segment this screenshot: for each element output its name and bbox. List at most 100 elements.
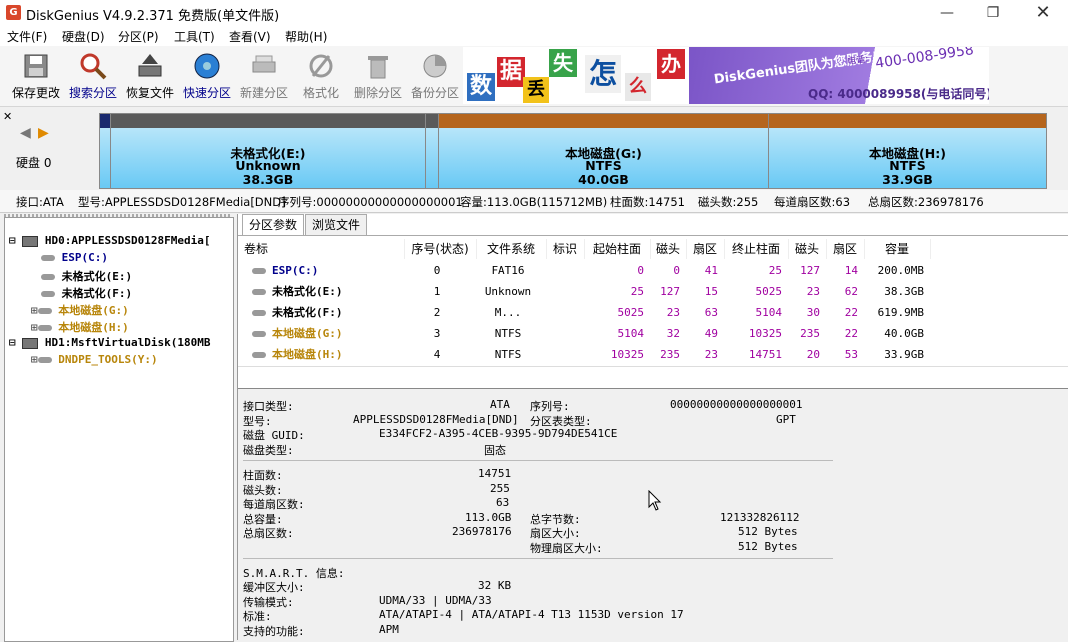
detail-label: 缓冲区大小: <box>243 581 305 594</box>
cell-capacity: 33.9GB <box>884 348 924 361</box>
next-disk-icon[interactable]: ▶ <box>38 125 49 141</box>
collapse-icon[interactable]: ⊟ <box>9 336 16 349</box>
banner-char: 失 <box>549 49 577 77</box>
cell-start-cyl: 10325 <box>610 348 644 361</box>
drive-icon <box>252 331 266 337</box>
cell-start-head: 235 <box>660 348 680 361</box>
col-index[interactable]: 序号(状态) <box>404 239 477 259</box>
collapse-icon[interactable]: ⊟ <box>9 234 16 247</box>
tree-item-h[interactable]: ⊞ 本地磁盘(H:) <box>31 319 129 335</box>
col-capacity[interactable]: 容量 <box>864 239 931 259</box>
tree-item-esp[interactable]: ESP(C:) <box>41 251 108 264</box>
drive-icon <box>252 310 266 316</box>
col-label[interactable]: 卷标 <box>240 239 405 259</box>
col-start-head[interactable]: 磁头 <box>650 239 687 259</box>
cell-end-cyl: 10325 <box>748 327 782 340</box>
menu-help[interactable]: 帮助(H) <box>285 28 327 45</box>
drive-icon <box>37 325 52 331</box>
tree-item-g[interactable]: ⊞ 本地磁盘(G:) <box>31 302 129 318</box>
col-start-cyl[interactable]: 起始柱面 <box>584 239 651 259</box>
col-end-head[interactable]: 磁头 <box>788 239 827 259</box>
col-end-cyl[interactable]: 终止柱面 <box>724 239 789 259</box>
close-map-icon[interactable]: ✕ <box>3 110 12 123</box>
table-row[interactable]: 未格式化(E:) 1 Unknown 25 127 15 5025 23 62 38.3GB <box>238 282 1068 302</box>
cell-start-sec: 23 <box>704 348 718 361</box>
restore-files-icon <box>138 54 162 77</box>
detail-label: 物理扇区大小: <box>530 542 603 555</box>
detail-area <box>238 389 1068 640</box>
detail-value: GPT <box>776 413 796 426</box>
cell-start-cyl: 5025 <box>617 306 645 319</box>
cell-start-sec: 63 <box>704 306 718 319</box>
cell-fs: Unknown <box>484 285 532 298</box>
tree-item-label: DNDPE_TOOLS(Y:) <box>58 353 158 366</box>
format-icon <box>309 54 333 78</box>
partition-block-g[interactable]: 本地磁盘(G:) NTFS 40.0GB <box>438 113 769 189</box>
detail-separator <box>243 558 833 559</box>
backup-partition-button[interactable]: 备份分区 <box>407 46 463 104</box>
cell-end-sec: 14 <box>844 264 858 277</box>
detail-label: 磁盘类型: <box>243 444 294 457</box>
cell-end-head: 30 <box>806 306 820 319</box>
menu-tools[interactable]: 工具(T) <box>174 28 215 45</box>
menu-disk[interactable]: 硬盘(D) <box>62 28 105 45</box>
menu-view[interactable]: 查看(V) <box>229 28 271 45</box>
partition-block-e[interactable]: 未格式化(E:) Unknown 38.3GB <box>110 113 426 189</box>
expand-icon[interactable]: ⊞ <box>31 304 38 317</box>
quick-partition-button[interactable]: 快速分区 <box>179 46 235 104</box>
cell-start-head: 32 <box>666 327 680 340</box>
save-changes-button[interactable]: 保存更改 <box>8 46 64 104</box>
menu-file[interactable]: 文件(F) <box>7 28 47 45</box>
new-partition-button[interactable]: 新建分区 <box>236 46 292 104</box>
expand-icon[interactable]: ⊞ <box>31 321 38 334</box>
cell-end-cyl: 5104 <box>755 306 783 319</box>
col-fs[interactable]: 文件系统 <box>476 239 547 259</box>
detail-value: ATA <box>490 398 510 411</box>
table-row[interactable]: 未格式化(F:) 2 M... 5025 23 63 5104 30 22 619.9MB <box>238 303 1068 323</box>
cell-end-cyl: 25 <box>768 264 782 277</box>
maximize-icon[interactable]: ❐ <box>970 0 1016 26</box>
col-end-sec[interactable]: 扇区 <box>826 239 865 259</box>
cell-start-sec: 49 <box>704 327 718 340</box>
format-button[interactable]: 格式化 <box>293 46 349 104</box>
delete-partition-button[interactable]: 删除分区 <box>350 46 406 104</box>
detail-value: 113.0GB <box>465 511 512 524</box>
tree-item-hd0[interactable]: ⊟ HD0:APPLESSDSD0128FMedia[ <box>9 234 210 247</box>
table-row[interactable]: 本地磁盘(H:) 4 NTFS 10325 235 23 14751 20 53 33.9GB <box>238 345 1068 365</box>
tree-item-hd1[interactable]: ⊟ HD1:MsftVirtualDisk(180MB <box>9 336 210 349</box>
col-start-sec[interactable]: 扇区 <box>686 239 725 259</box>
tree-item-f[interactable]: 未格式化(F:) <box>41 285 132 301</box>
close-icon[interactable]: ✕ <box>1020 0 1066 26</box>
table-row[interactable]: ESP(C:) 0 FAT16 0 0 41 25 127 14 200.0MB <box>238 261 1068 281</box>
cell-start-sec: 15 <box>704 285 718 298</box>
minimize-icon[interactable]: — <box>924 0 970 26</box>
tab-partition-params[interactable]: 分区参数 <box>242 214 305 235</box>
cell-start-head: 0 <box>673 264 680 277</box>
tab-browse-files[interactable]: 浏览文件 <box>305 214 368 235</box>
detail-label: 柱面数: <box>243 469 283 482</box>
tree-item-y[interactable]: ⊞ DNDPE_TOOLS(Y:) <box>31 353 158 366</box>
row-label-text: 本地磁盘(H:) <box>272 348 343 361</box>
ad-banner[interactable]: 数 据 丢 失 怎 么 办 DiskGenius团队为您服务! 电话: 400-… <box>463 47 989 104</box>
detail-value: 512 Bytes <box>738 540 798 553</box>
partition-block-h[interactable]: 本地磁盘(H:) NTFS 33.9GB <box>768 113 1047 189</box>
table-row[interactable]: 本地磁盘(G:) 3 NTFS 5104 32 49 10325 235 22 40.0GB <box>238 324 1068 344</box>
banner-qq: QQ: 4000089958(与电话同号) <box>808 87 989 101</box>
partition-cap <box>439 114 768 128</box>
expand-icon[interactable]: ⊞ <box>31 353 38 366</box>
title-bar: G DiskGenius V4.9.2.371 免费版(单文件版) — ❐ ✕ <box>0 0 1068 27</box>
partition-block-f[interactable] <box>425 113 439 189</box>
detail-label: 支持的功能: <box>243 625 305 638</box>
restore-files-button[interactable]: 恢复文件 <box>122 46 178 104</box>
banner-char: 数 <box>467 73 495 101</box>
detail-value: 00000000000000000001 <box>670 398 803 411</box>
prev-disk-icon[interactable]: ◀ <box>20 125 31 141</box>
cell-fs: FAT16 <box>491 264 525 277</box>
menu-partition[interactable]: 分区(P) <box>118 28 159 45</box>
cell-id <box>546 261 578 281</box>
cell-id <box>546 345 578 365</box>
tree-item-e[interactable]: 未格式化(E:) <box>41 268 132 284</box>
cell-index: 2 <box>433 306 441 319</box>
col-id[interactable]: 标识 <box>546 239 585 259</box>
search-partition-button[interactable]: 搜索分区 <box>65 46 121 104</box>
